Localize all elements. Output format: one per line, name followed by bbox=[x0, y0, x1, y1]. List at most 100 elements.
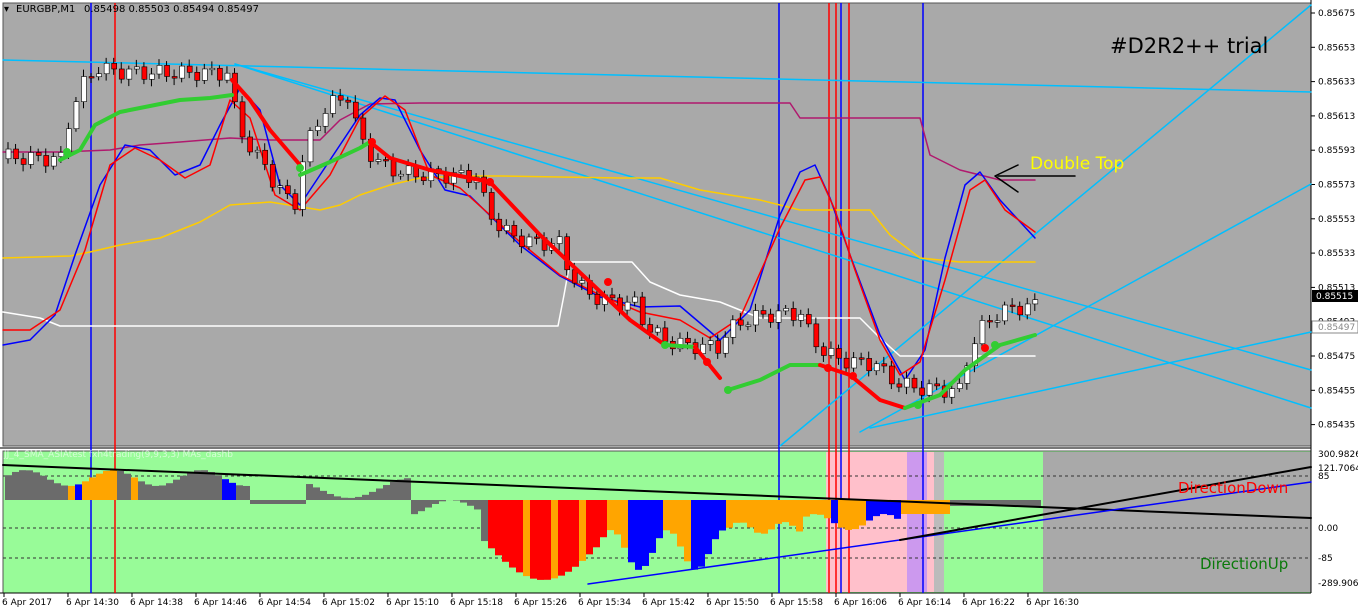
chart-ohlc: 0.85498 0.85503 0.85494 0.85497 bbox=[84, 4, 259, 15]
oscillator-bar bbox=[481, 500, 488, 542]
oscillator-bar bbox=[362, 494, 369, 500]
oscillator-bar bbox=[838, 500, 845, 528]
oscillator-bar bbox=[159, 485, 166, 500]
oscillator-tick-label: 300.9826 bbox=[1318, 450, 1358, 460]
candle-body bbox=[609, 294, 616, 299]
price-tick-label: 0.85553 bbox=[1318, 215, 1355, 225]
oscillator-tick-label: 0.00 bbox=[1318, 524, 1338, 534]
oscillator-bar bbox=[1034, 500, 1041, 506]
candle-body bbox=[209, 67, 216, 71]
chart-canvas[interactable]: 0.85675 0.85653 0.85633 0.85613 0.85593 0.855… bbox=[0, 0, 1358, 612]
candle-body bbox=[730, 319, 737, 338]
oscillator-bar bbox=[110, 470, 117, 500]
oscillator-bar bbox=[831, 500, 838, 524]
candle-body bbox=[813, 323, 820, 348]
oscillator-bar bbox=[397, 479, 404, 500]
oscillator-bar bbox=[411, 500, 418, 515]
oscillator-bar bbox=[677, 500, 684, 547]
oscillator-bar bbox=[215, 475, 222, 500]
oscillator-bar bbox=[201, 470, 208, 500]
oscillator-bar bbox=[747, 500, 754, 528]
candle-body bbox=[949, 388, 956, 398]
oscillator-bar bbox=[390, 481, 397, 500]
oscillator-bar bbox=[761, 500, 768, 534]
chart-symbol: EURGBP,M1 bbox=[16, 4, 76, 15]
oscillator-bar bbox=[278, 500, 285, 504]
oscillator-bar bbox=[705, 500, 712, 555]
oscillator-bar bbox=[327, 493, 334, 500]
oscillator-bar bbox=[432, 500, 439, 504]
oscillator-bar bbox=[299, 500, 306, 504]
oscillator-bar bbox=[894, 500, 901, 519]
chart-dropdown-icon[interactable]: ▾ bbox=[4, 4, 9, 15]
chart-window[interactable]: 0.85675 0.85653 0.85633 0.85613 0.85593 0.855… bbox=[0, 0, 1358, 612]
oscillator-bar bbox=[488, 500, 495, 549]
oscillator-bar bbox=[320, 490, 327, 500]
oscillator-bar bbox=[264, 500, 271, 504]
candle-body bbox=[904, 377, 910, 388]
candle-body bbox=[994, 320, 1001, 323]
candle-body bbox=[88, 76, 95, 79]
oscillator-bar bbox=[369, 491, 376, 500]
oscillator-bar bbox=[572, 500, 579, 567]
price-tick-label: 0.85633 bbox=[1318, 78, 1355, 88]
oscillator-tick-label: -289.9062 bbox=[1318, 579, 1358, 589]
oscillator-bar bbox=[824, 500, 831, 519]
candle-body bbox=[624, 301, 631, 311]
oscillator-bar bbox=[439, 500, 446, 502]
oscillator-bar bbox=[873, 500, 880, 517]
candle-body bbox=[458, 170, 465, 173]
candle-body bbox=[292, 193, 299, 210]
oscillator-bar bbox=[355, 496, 362, 500]
oscillator-bar bbox=[1027, 500, 1034, 506]
oscillator-bar bbox=[719, 500, 726, 531]
oscillator-bar bbox=[166, 483, 173, 500]
oscillator-bar bbox=[460, 500, 467, 503]
oscillator-bar bbox=[180, 475, 187, 500]
time-tick-label: 6 Apr 15:34 bbox=[578, 598, 631, 608]
oscillator-bar bbox=[250, 500, 257, 504]
oscillator-bar bbox=[313, 487, 320, 500]
candle-body bbox=[768, 313, 774, 323]
candle-body bbox=[919, 387, 925, 396]
candle-body bbox=[760, 310, 767, 315]
candle-body bbox=[843, 357, 850, 369]
oscillator-bar bbox=[565, 500, 572, 572]
oscillator-bar bbox=[698, 500, 705, 567]
candle-body bbox=[534, 236, 540, 239]
oscillator-bar bbox=[635, 500, 642, 570]
candle-body bbox=[805, 314, 812, 325]
candle-body bbox=[202, 68, 208, 81]
candle-body bbox=[632, 296, 638, 303]
oscillator-tick-label: 85 bbox=[1318, 472, 1329, 482]
price-tick-label: 0.85675 bbox=[1318, 9, 1355, 19]
oscillator-bar bbox=[341, 497, 348, 500]
price-tick-label: 0.85455 bbox=[1318, 386, 1355, 396]
candle-body bbox=[866, 358, 873, 372]
time-tick-label: 6 Apr 15:02 bbox=[322, 598, 375, 608]
direction-down-label: DirectionDown bbox=[1178, 479, 1289, 497]
oscillator-bar bbox=[103, 470, 110, 500]
oscillator-bar bbox=[5, 475, 12, 500]
oscillator-bar bbox=[845, 500, 852, 530]
oscillator-bar bbox=[775, 500, 782, 524]
oscillator-bar bbox=[810, 500, 817, 515]
oscillator-bar bbox=[40, 475, 47, 500]
candle-body bbox=[337, 95, 344, 101]
oscillator-bar bbox=[642, 500, 649, 566]
trend-dot bbox=[849, 372, 857, 380]
double-top-annotation: Double Top bbox=[1030, 154, 1125, 174]
time-tick-label: 6 Apr 16:06 bbox=[834, 598, 887, 608]
oscillator-bar bbox=[474, 500, 481, 510]
candle-body bbox=[322, 113, 329, 127]
oscillator-bar bbox=[726, 500, 733, 528]
candle-body bbox=[783, 308, 789, 312]
oscillator-bar bbox=[418, 500, 425, 512]
candle-body bbox=[126, 68, 133, 80]
oscillator-bar bbox=[796, 500, 803, 532]
oscillator-bar bbox=[789, 500, 796, 526]
oscillator-bar bbox=[89, 477, 96, 500]
candle-body bbox=[1032, 299, 1039, 305]
trend-dot bbox=[63, 148, 71, 156]
candle-body bbox=[858, 357, 865, 360]
